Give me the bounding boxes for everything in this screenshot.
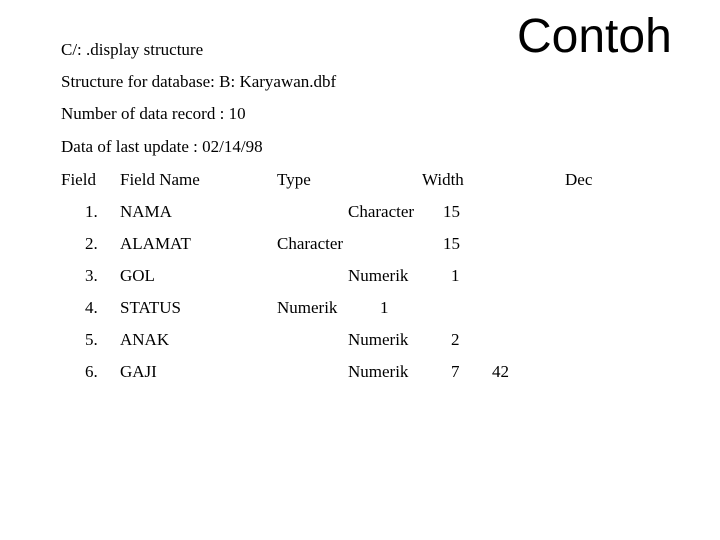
field-name: STATUS [120,298,181,317]
field-width: 2 [451,330,460,349]
field-number: 1. [85,202,98,221]
field-width: 15 [443,202,460,221]
field-name: ALAMAT [120,234,191,253]
structure-line: Structure for database: B: Karyawan.dbf [61,72,337,91]
column-header-width: Width [422,170,464,189]
column-header-field: Field [61,170,96,189]
record-count-line: Number of data record : 10 [61,104,246,123]
field-type: Character [348,202,415,221]
field-width: 7 [451,362,460,381]
field-name: NAMA [120,202,172,221]
field-number: 4. [85,298,98,317]
field-width: 1 [451,266,460,285]
field-name: GAJI [120,362,157,381]
field-width: 15 [443,234,460,253]
field-type: Numerik [348,266,409,285]
command-line: C/: .display structure [61,40,204,59]
column-header-type: Type [277,170,311,189]
column-header-dec: Dec [565,170,593,189]
column-header-field-name: Field Name [120,170,200,189]
field-number: 3. [85,266,98,285]
field-number: 2. [85,234,98,253]
field-name: GOL [120,266,155,285]
slide-title: Contoh [517,10,672,63]
field-number: 5. [85,330,98,349]
field-type: Character [277,234,344,253]
field-type: Numerik [348,330,409,349]
field-number: 6. [85,362,98,381]
field-type: Numerik [348,362,409,381]
last-update-line: Data of last update : 02/14/98 [61,137,263,156]
field-name: ANAK [120,330,170,349]
field-width: 1 [380,298,389,317]
field-type: Numerik [277,298,338,317]
field-dec: 42 [492,362,509,381]
